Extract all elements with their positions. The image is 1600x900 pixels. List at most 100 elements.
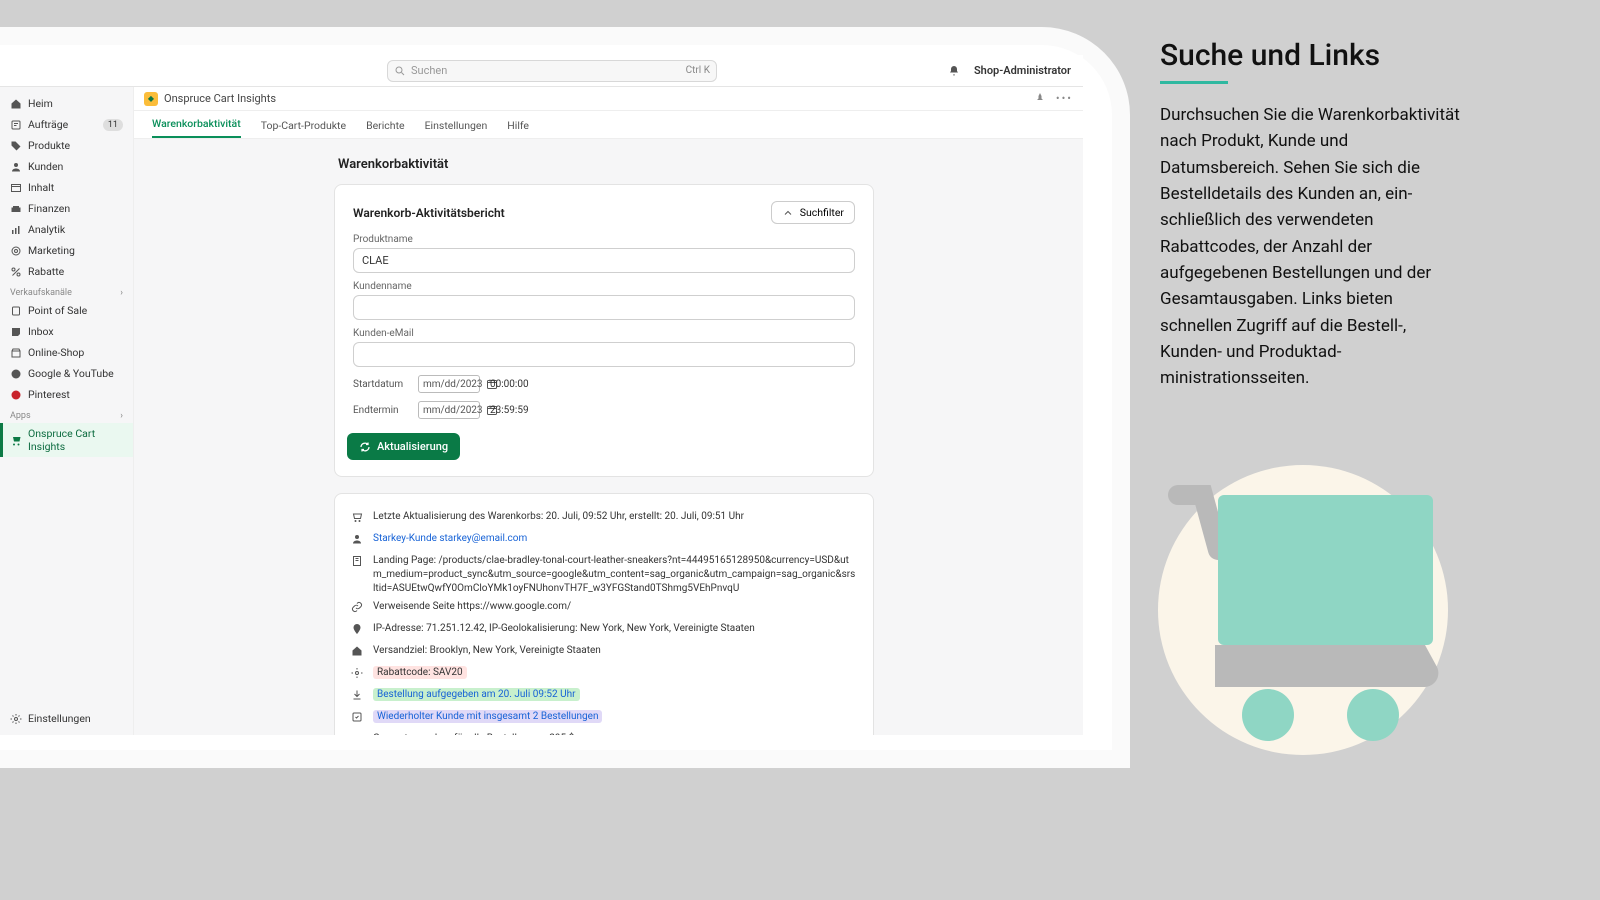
pos-icon xyxy=(10,305,22,317)
customer-link[interactable]: Starkey-Kunde starkey@email.com xyxy=(373,532,857,546)
bell-icon[interactable] xyxy=(948,65,960,77)
email-input[interactable] xyxy=(353,342,855,367)
pin-icon xyxy=(351,622,365,640)
pin-icon[interactable] xyxy=(1034,92,1046,104)
nav-settings[interactable]: Einstellungen xyxy=(0,708,133,729)
search-filter-button[interactable]: Suchfilter xyxy=(771,201,855,224)
start-time[interactable]: 00:00:00 xyxy=(490,379,529,390)
product-label: Produktname xyxy=(353,234,855,245)
nav-orders[interactable]: Aufträge11 xyxy=(0,114,133,135)
gear-icon xyxy=(351,666,365,684)
nav-products[interactable]: Produkte xyxy=(0,135,133,156)
cart-icon xyxy=(351,510,365,528)
email-label: Kunden-eMail xyxy=(353,328,855,339)
more-icon[interactable]: ••• xyxy=(1056,92,1073,105)
tab-help[interactable]: Hilfe xyxy=(507,119,529,138)
end-date-label: Endtermin xyxy=(353,405,408,416)
finance-icon xyxy=(10,203,22,215)
update-button[interactable]: Aktualisierung xyxy=(347,433,460,460)
app-onspruce[interactable]: Onspruce Cart Insights xyxy=(0,423,133,457)
global-search[interactable]: Suchen Ctrl K xyxy=(387,60,717,82)
order-link[interactable]: Bestellung aufgegeben am 20. Juli 09:52 … xyxy=(373,688,580,701)
report-title: Warenkorb-Aktivitätsbericht xyxy=(353,206,505,220)
chevron-up-icon xyxy=(782,207,794,219)
cart-illustration xyxy=(1158,455,1458,755)
app-title: Onspruce Cart Insights xyxy=(164,92,276,105)
tab-reports[interactable]: Berichte xyxy=(366,119,405,138)
channels-header: Verkaufskanäle› xyxy=(0,282,133,300)
tab-topcart[interactable]: Top-Cart-Produkte xyxy=(261,119,346,138)
cart-icon xyxy=(10,434,22,446)
start-date-row: Startdatum mm/dd/2023 00:00:00 xyxy=(353,375,855,393)
customer-input[interactable] xyxy=(353,295,855,320)
apps-header: Apps› xyxy=(0,405,133,423)
app-logo-icon: ◆ xyxy=(144,92,158,106)
nav-content[interactable]: Inhalt xyxy=(0,177,133,198)
chevron-right-icon[interactable]: › xyxy=(120,288,123,298)
ship-text: Versandziel: Brooklyn, New York, Vereini… xyxy=(373,644,857,658)
result-card: Letzte Aktualisierung des Warenkorbs: 20… xyxy=(334,493,874,735)
tabbar: Warenkorbaktivität Top-Cart-Produkte Ber… xyxy=(134,111,1083,139)
tab-activity[interactable]: Warenkorbaktivität xyxy=(152,117,241,138)
spend-text: Gesamtausgaben für alle Bestellungen: 29… xyxy=(373,732,857,735)
nav-home[interactable]: Heim xyxy=(0,93,133,114)
repeat-icon xyxy=(351,710,365,728)
google-icon xyxy=(10,368,22,380)
user-icon xyxy=(351,532,365,550)
end-date-row: Endtermin mm/dd/2023 23:59:59 xyxy=(353,401,855,419)
channel-pinterest[interactable]: Pinterest xyxy=(0,384,133,405)
store-icon xyxy=(10,347,22,359)
orders-icon xyxy=(10,119,22,131)
nav-finance[interactable]: Finanzen xyxy=(0,198,133,219)
download-icon xyxy=(351,688,365,706)
sidebar: Heim Aufträge11 Produkte Kunden Inhalt F… xyxy=(0,87,134,735)
app-header: ◆ Onspruce Cart Insights ••• xyxy=(134,87,1083,111)
customer-label: Kundenname xyxy=(353,281,855,292)
start-date-label: Startdatum xyxy=(353,379,408,390)
gear-icon xyxy=(10,713,22,725)
last-update-text: Letzte Aktualisierung des Warenkorbs: 20… xyxy=(373,510,857,524)
channel-pos[interactable]: Point of Sale xyxy=(0,300,133,321)
referrer-text: Verweisende Seite https://www.google.com… xyxy=(373,600,857,614)
page-title: Warenkorbaktivität xyxy=(338,157,1043,172)
channel-google[interactable]: Google & YouTube xyxy=(0,363,133,384)
topbar: Suchen Ctrl K Shop-Administrator xyxy=(0,55,1083,87)
chevron-right-icon[interactable]: › xyxy=(120,411,123,421)
orders-badge: 11 xyxy=(103,119,123,131)
admin-menu[interactable]: Shop-Administrator xyxy=(974,64,1071,77)
home-icon xyxy=(10,98,22,110)
heading-underline xyxy=(1160,81,1228,84)
end-time[interactable]: 23:59:59 xyxy=(490,405,529,416)
info-heading: Suche und Links xyxy=(1160,38,1460,73)
user-icon xyxy=(10,161,22,173)
tab-settings[interactable]: Einstellungen xyxy=(425,119,488,138)
search-placeholder: Suchen xyxy=(411,64,447,77)
pinterest-icon xyxy=(10,389,22,401)
nav-analytics[interactable]: Analytik xyxy=(0,219,133,240)
content-icon xyxy=(10,182,22,194)
coupon-badge: Rabattcode: SAV20 xyxy=(373,666,467,679)
refresh-icon xyxy=(359,441,371,453)
landing-text: Landing Page: /products/clae-bradley-ton… xyxy=(373,554,857,596)
product-input[interactable] xyxy=(353,248,855,273)
start-date-input[interactable]: mm/dd/2023 xyxy=(418,375,480,393)
page-icon xyxy=(351,554,365,572)
filter-card: Warenkorb-Aktivitätsbericht Suchfilter P… xyxy=(334,184,874,477)
nav-discounts[interactable]: Rabatte xyxy=(0,261,133,282)
nav-marketing[interactable]: Marketing xyxy=(0,240,133,261)
nav-customers[interactable]: Kunden xyxy=(0,156,133,177)
target-icon xyxy=(10,245,22,257)
search-shortcut: Ctrl K xyxy=(686,65,710,76)
tag-icon xyxy=(10,140,22,152)
channel-onlineshop[interactable]: Online-Shop xyxy=(0,342,133,363)
chart-icon xyxy=(10,224,22,236)
house-icon xyxy=(351,644,365,662)
repeat-link[interactable]: Wiederholter Kunde mit insgesamt 2 Beste… xyxy=(373,710,602,723)
inbox-icon xyxy=(10,326,22,338)
ip-text: IP-Adresse: 71.251.12.42, IP-Geolokalisi… xyxy=(373,622,857,636)
money-icon xyxy=(351,732,365,735)
info-panel: Suche und Links Durchsuchen Sie die Ware… xyxy=(1160,38,1460,392)
percent-icon xyxy=(10,266,22,278)
channel-inbox[interactable]: Inbox xyxy=(0,321,133,342)
end-date-input[interactable]: mm/dd/2023 xyxy=(418,401,480,419)
